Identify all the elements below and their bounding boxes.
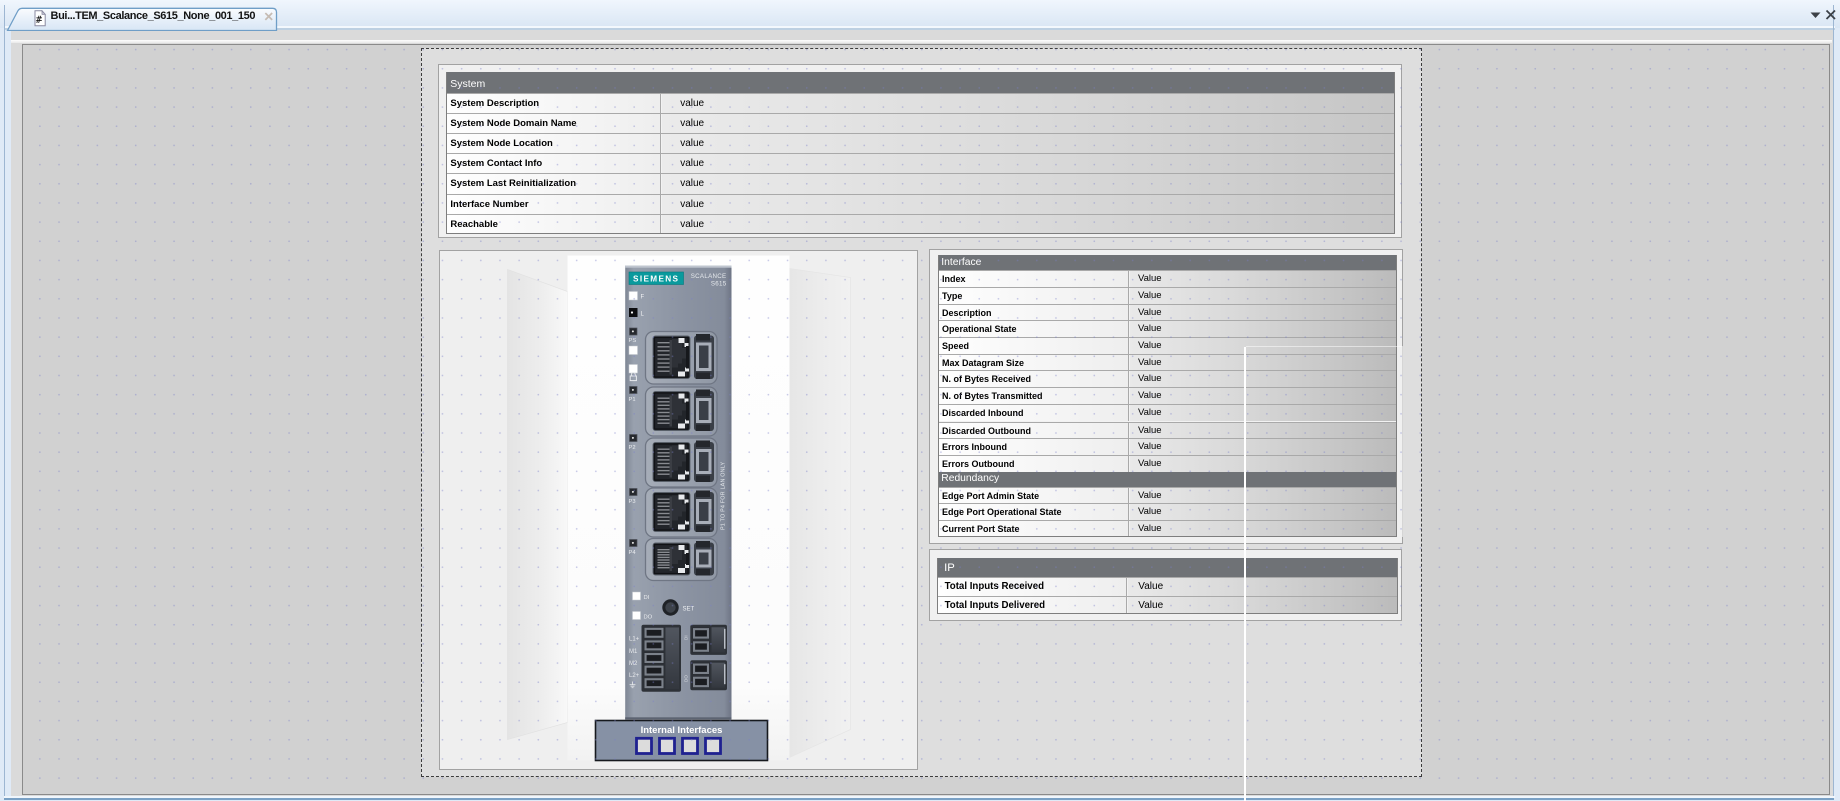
svg-text:SET: SET (682, 606, 694, 612)
svg-text:DI: DI (643, 595, 649, 601)
svg-text:P3: P3 (628, 499, 635, 505)
svg-text:DO: DO (643, 614, 652, 620)
svg-text:P1: P1 (628, 397, 635, 403)
svg-text:PS: PS (628, 338, 636, 344)
svg-text:P1 TO P4 FOR LAN ONLY: P1 TO P4 FOR LAN ONLY (720, 461, 726, 530)
svg-text:DO: DO (683, 674, 688, 681)
svg-text:M1: M1 (629, 649, 638, 655)
svg-text:F: F (640, 294, 644, 300)
svg-text:P4: P4 (628, 550, 636, 556)
svg-text:SCALANCE: SCALANCE (690, 273, 726, 280)
svg-text:L2+: L2+ (629, 673, 640, 679)
svg-text:L1+: L1+ (629, 636, 640, 642)
svg-text:S615: S615 (710, 280, 726, 287)
svg-text:M2: M2 (629, 661, 638, 667)
svg-text:DI: DI (683, 635, 688, 640)
svg-text:SIEMENS: SIEMENS (633, 274, 679, 283)
svg-text:P2: P2 (628, 445, 635, 451)
svg-text:Internal Interfaces: Internal Interfaces (640, 724, 722, 735)
